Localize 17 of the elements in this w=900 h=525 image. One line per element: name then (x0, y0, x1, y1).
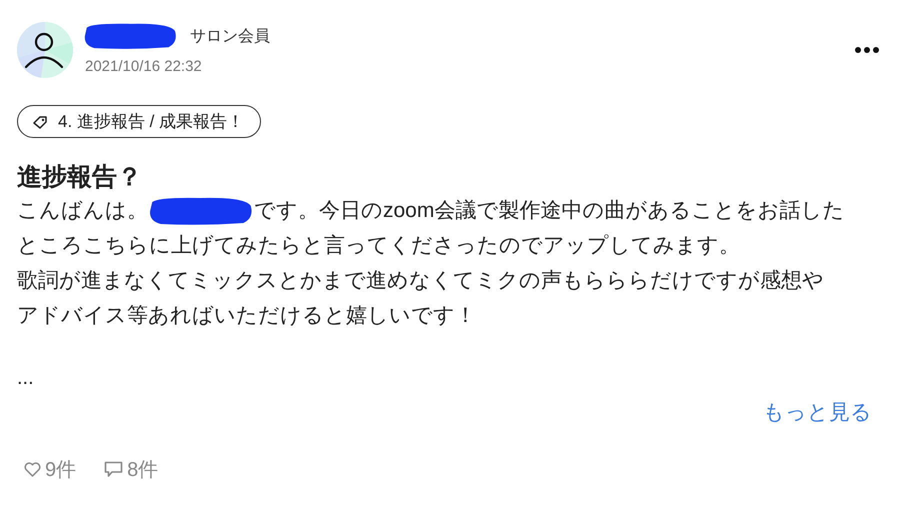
post-timestamp: 2021/10/16 22:32 (85, 58, 203, 75)
heart-icon[interactable] (24, 462, 41, 477)
comment-icon[interactable] (104, 461, 124, 478)
more-options-icon[interactable] (854, 46, 880, 54)
tag-icon (32, 114, 48, 128)
body-text: 歌詞が進まなくてミックスとかまで進めなくてミクの声もらららだけですが感想や (17, 268, 825, 294)
like-count: 9件 (45, 458, 76, 483)
body-text: ところこちらに上げてみたらと言ってくださったのでアップしてみます。 (17, 233, 741, 259)
body-text: アドバイス等あればいただけると嬉しいです！ (17, 303, 477, 329)
membership-label: サロン会員 (190, 26, 270, 46)
body-text: です。今日のzoom会議で製作途中の曲があることをお話した (254, 198, 844, 224)
body-text: こんばんは。 (17, 198, 148, 224)
truncation-ellipsis: ... (17, 367, 34, 390)
comment-count: 8件 (127, 458, 158, 483)
post-title: 進捗報告？ (17, 162, 143, 193)
category-tag[interactable]: 4. 進捗報告 / 成果報告！ (17, 105, 262, 138)
show-more-link[interactable]: もっと見る (763, 398, 872, 426)
